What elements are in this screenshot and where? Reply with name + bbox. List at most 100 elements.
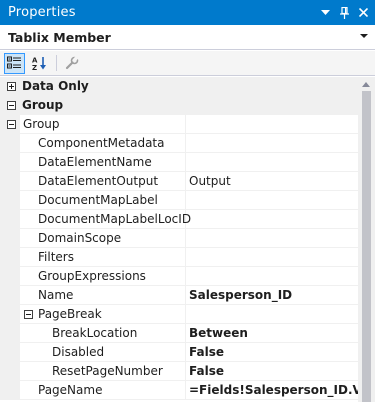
- property-row-disabled[interactable]: Disabled False: [0, 343, 358, 362]
- row-gutter: [0, 191, 20, 210]
- row-gutter: [0, 229, 20, 248]
- property-value[interactable]: [185, 134, 358, 153]
- row-gutter: [0, 343, 20, 362]
- property-row-groupexpressions[interactable]: GroupExpressions: [0, 267, 358, 286]
- property-row-domainscope[interactable]: DomainScope: [0, 229, 358, 248]
- property-name-cell: DomainScope: [20, 229, 185, 248]
- property-pages-icon[interactable]: [61, 53, 82, 74]
- property-name-cell: Name: [20, 286, 185, 305]
- properties-toolbar: A Z: [0, 51, 375, 76]
- property-row-name[interactable]: Name Salesperson_ID: [0, 286, 358, 305]
- property-value[interactable]: [185, 153, 358, 172]
- property-row-componentmetadata[interactable]: ComponentMetadata: [0, 134, 358, 153]
- property-value[interactable]: Output: [185, 172, 358, 191]
- property-name: Name: [38, 288, 74, 302]
- property-value[interactable]: [185, 191, 358, 210]
- row-gutter: [0, 134, 20, 153]
- property-name-cell: ComponentMetadata: [20, 134, 185, 153]
- collapse-icon[interactable]: [24, 310, 33, 319]
- property-value[interactable]: Salesperson_ID: [185, 286, 358, 305]
- property-value[interactable]: [185, 305, 358, 324]
- row-gutter: [0, 305, 20, 324]
- property-name: PageName: [38, 383, 103, 397]
- row-gutter: [0, 267, 20, 286]
- property-row-documentmaplabel[interactable]: DocumentMapLabel: [0, 191, 358, 210]
- property-value[interactable]: False: [185, 362, 358, 381]
- row-gutter: [0, 172, 20, 191]
- property-value[interactable]: [185, 267, 358, 286]
- row-gutter: [0, 362, 20, 381]
- property-row-documentmaplabellocid[interactable]: DocumentMapLabelLocID: [0, 210, 358, 229]
- properties-title-bar: Properties: [0, 0, 375, 25]
- property-name-cell: DocumentMapLabel: [20, 191, 185, 210]
- category-label: Data Only: [20, 77, 358, 96]
- category-label: Group: [20, 96, 358, 115]
- vertical-scrollbar[interactable]: [358, 77, 375, 402]
- property-name-cell: BreakLocation: [20, 324, 185, 343]
- row-gutter: [0, 324, 20, 343]
- property-name: DataElementName: [38, 155, 152, 169]
- category-row-group[interactable]: Group: [0, 96, 358, 115]
- property-name: GroupExpressions: [38, 269, 146, 283]
- property-value[interactable]: False: [185, 343, 358, 362]
- property-name: DocumentMapLabelLocID: [38, 212, 192, 226]
- collapse-icon[interactable]: [7, 120, 16, 129]
- svg-text:Z: Z: [32, 64, 37, 71]
- property-row-breaklocation[interactable]: BreakLocation Between: [0, 324, 358, 343]
- categorized-icon[interactable]: [4, 52, 25, 74]
- property-name: DocumentMapLabel: [38, 193, 158, 207]
- row-gutter: [0, 153, 20, 172]
- chevron-down-icon[interactable]: [360, 34, 368, 38]
- property-row-resetpagenumber[interactable]: ResetPageNumber False: [0, 362, 358, 381]
- expand-icon[interactable]: [7, 82, 16, 91]
- property-name: DataElementOutput: [38, 174, 159, 188]
- title-bar-buttons: [317, 0, 371, 25]
- dropdown-arrow-icon[interactable]: [317, 4, 333, 22]
- property-name-cell: Group: [20, 115, 185, 134]
- property-row-pagebreak[interactable]: PageBreak: [0, 305, 358, 324]
- property-name: Filters: [38, 250, 74, 264]
- property-value[interactable]: [185, 248, 358, 267]
- toolbar-separator: [56, 55, 57, 71]
- property-name: ResetPageNumber: [52, 364, 163, 378]
- property-name-cell: GroupExpressions: [20, 267, 185, 286]
- property-name: BreakLocation: [52, 326, 138, 340]
- property-name-cell: Disabled: [20, 343, 185, 362]
- property-name-cell: PageName: [20, 381, 185, 400]
- property-row-filters[interactable]: Filters: [0, 248, 358, 267]
- property-name: ComponentMetadata: [38, 136, 165, 150]
- property-name: DomainScope: [38, 231, 122, 245]
- row-gutter: [0, 210, 20, 229]
- row-gutter: [0, 286, 20, 305]
- property-row-dataelementoutput[interactable]: DataElementOutput Output: [0, 172, 358, 191]
- property-row-pagename[interactable]: PageName =Fields!Salesperson_ID.Value: [0, 381, 358, 400]
- object-selector[interactable]: Tablix Member: [0, 26, 375, 50]
- property-name-cell: Filters: [20, 248, 185, 267]
- property-name-cell: ResetPageNumber: [20, 362, 185, 381]
- property-value[interactable]: [185, 115, 358, 134]
- property-name-cell: PageBreak: [20, 305, 185, 324]
- close-icon[interactable]: [355, 4, 371, 22]
- row-gutter: [0, 96, 20, 115]
- property-grid: Data Only Group Group ComponentMetadata …: [0, 77, 358, 402]
- row-gutter: [0, 77, 20, 96]
- alphabetical-icon[interactable]: A Z: [29, 53, 50, 74]
- scrollbar-thumb[interactable]: [362, 91, 371, 402]
- row-gutter: [0, 381, 20, 400]
- property-row-dataelementname[interactable]: DataElementName: [0, 153, 358, 172]
- row-gutter: [0, 248, 20, 267]
- category-row-data-only[interactable]: Data Only: [0, 77, 358, 96]
- collapse-icon[interactable]: [7, 101, 16, 110]
- property-name-cell: DocumentMapLabelLocID: [20, 210, 191, 229]
- row-gutter: [0, 115, 20, 134]
- scroll-up-icon[interactable]: [362, 82, 370, 87]
- selected-object-name: Tablix Member: [8, 30, 111, 45]
- property-name: Disabled: [52, 345, 105, 359]
- pin-icon[interactable]: [336, 4, 352, 22]
- property-value[interactable]: Between: [185, 324, 358, 343]
- property-value[interactable]: [185, 210, 358, 229]
- property-row-group[interactable]: Group: [0, 115, 358, 134]
- property-value[interactable]: [185, 229, 358, 248]
- property-name-cell: DataElementName: [20, 153, 185, 172]
- property-value[interactable]: =Fields!Salesperson_ID.Value: [185, 381, 358, 400]
